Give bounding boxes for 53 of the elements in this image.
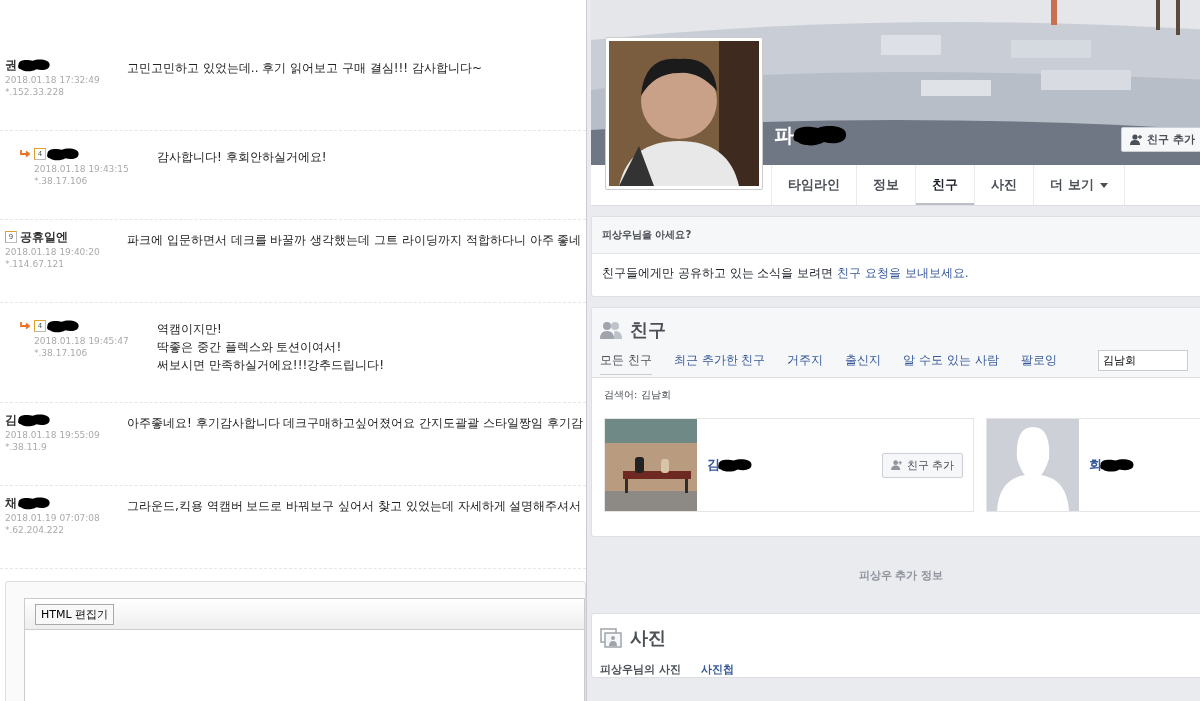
comment-text: 딱좋은 중간 플렉스와 토션이여서! <box>157 339 343 356</box>
comment-date: 2018.01.18 19:40:20 <box>5 246 101 258</box>
comment-ip: *.38.17.106 <box>33 175 89 187</box>
comment-author: 채 <box>5 494 17 512</box>
comment-input[interactable] <box>24 630 585 701</box>
comment-author: 공휴일엔 <box>20 228 68 246</box>
photos-title: 사진 <box>630 626 666 650</box>
friends-tab[interactable]: 최근 추가한 친구 <box>673 352 788 369</box>
comment-text: 그라운드,킥용 역캠버 보드로 바꿔보구 싶어서 찾고 있었는데 자세하게 설명해주셔서 <box>127 498 582 515</box>
comment-date: 2018.01.18 19:55:09 <box>5 429 101 441</box>
friend-name[interactable]: 김 <box>707 456 720 474</box>
photos-tab[interactable]: 사진첩 <box>700 662 734 677</box>
profile-tab[interactable]: 정보 <box>856 165 915 205</box>
comment-text: 역캠이지만! <box>157 321 223 338</box>
comment-ip: *.38.11.9 <box>5 441 48 453</box>
profile-tab[interactable]: 더 보기 <box>1033 165 1125 205</box>
friend-search-field[interactable]: 김남회 <box>1098 350 1188 371</box>
comment-author: 김 <box>5 411 17 429</box>
comment-ip: *.152.33.228 <box>5 86 65 98</box>
comment-text: 아주좋네요! 후기감사합니다 데크구매하고싶어졌어요 간지도괄괄 스타일짱임 후기감 <box>127 415 583 432</box>
comment-ip: *.62.204.222 <box>5 524 65 536</box>
comment-text: 써보시면 만족하실거에요!!!강추드립니다! <box>157 357 385 374</box>
friends-tab[interactable]: 팔로잉 <box>1020 352 1079 369</box>
friends-icon <box>600 321 622 339</box>
html-editor-button[interactable]: HTML 편집기 <box>35 604 115 625</box>
comment-ip: *.38.17.106 <box>33 347 89 359</box>
friends-tab[interactable]: 출신지 <box>845 352 904 369</box>
add-friend-button[interactable]: 친구 추가 <box>881 452 963 478</box>
comment-text: 파크에 입문하면서 데크를 바꿀까 생각했는데 그트 라이딩까지 적합하다니 아주 좋네 <box>127 232 582 249</box>
default-avatar-icon <box>987 419 1079 511</box>
comment-date: 2018.01.18 19:45:47 <box>33 335 130 347</box>
search-term: 검색어: 김남회 <box>604 388 672 402</box>
profile-tab[interactable]: 타임라인 <box>771 165 856 205</box>
profile-tab[interactable]: 사진 <box>974 165 1033 205</box>
friends-tab[interactable]: 거주지 <box>787 352 846 369</box>
friend-name[interactable]: 회 <box>1089 456 1102 474</box>
friends-title: 친구 <box>630 318 666 342</box>
comment-ip: *.114.67.121 <box>5 258 65 270</box>
add-person-icon <box>890 460 903 470</box>
comment-date: 2018.01.19 07:07:08 <box>5 512 101 524</box>
friend-request-link[interactable]: 친구 요청을 보내보세요. <box>837 266 969 280</box>
comment-author: 권 <box>5 56 17 74</box>
photos-tab[interactable]: 피상우님의 사진 <box>600 662 681 677</box>
know-title: 피상우님을 아세요? <box>602 229 692 240</box>
profile-tab[interactable]: 친구 <box>915 165 974 205</box>
friends-tab[interactable]: 모든 친구 <box>600 352 674 369</box>
friend-request-text: 친구들에게만 공유하고 있는 소식을 보려면 친구 요청을 보내보세요. <box>602 266 969 280</box>
comment-date: 2018.01.18 19:43:15 <box>33 163 130 175</box>
comment-date: 2018.01.18 17:32:49 <box>5 74 101 86</box>
photos-icon <box>600 628 622 648</box>
comment-text: 고민고민하고 있었는데.. 후기 읽어보고 구매 결심!!! 감사합니다~ <box>127 60 482 77</box>
friends-tab[interactable]: 알 수도 있는 사람 <box>903 352 1021 369</box>
comment-text: 감사합니다! 후회안하실거에요! <box>157 149 327 166</box>
